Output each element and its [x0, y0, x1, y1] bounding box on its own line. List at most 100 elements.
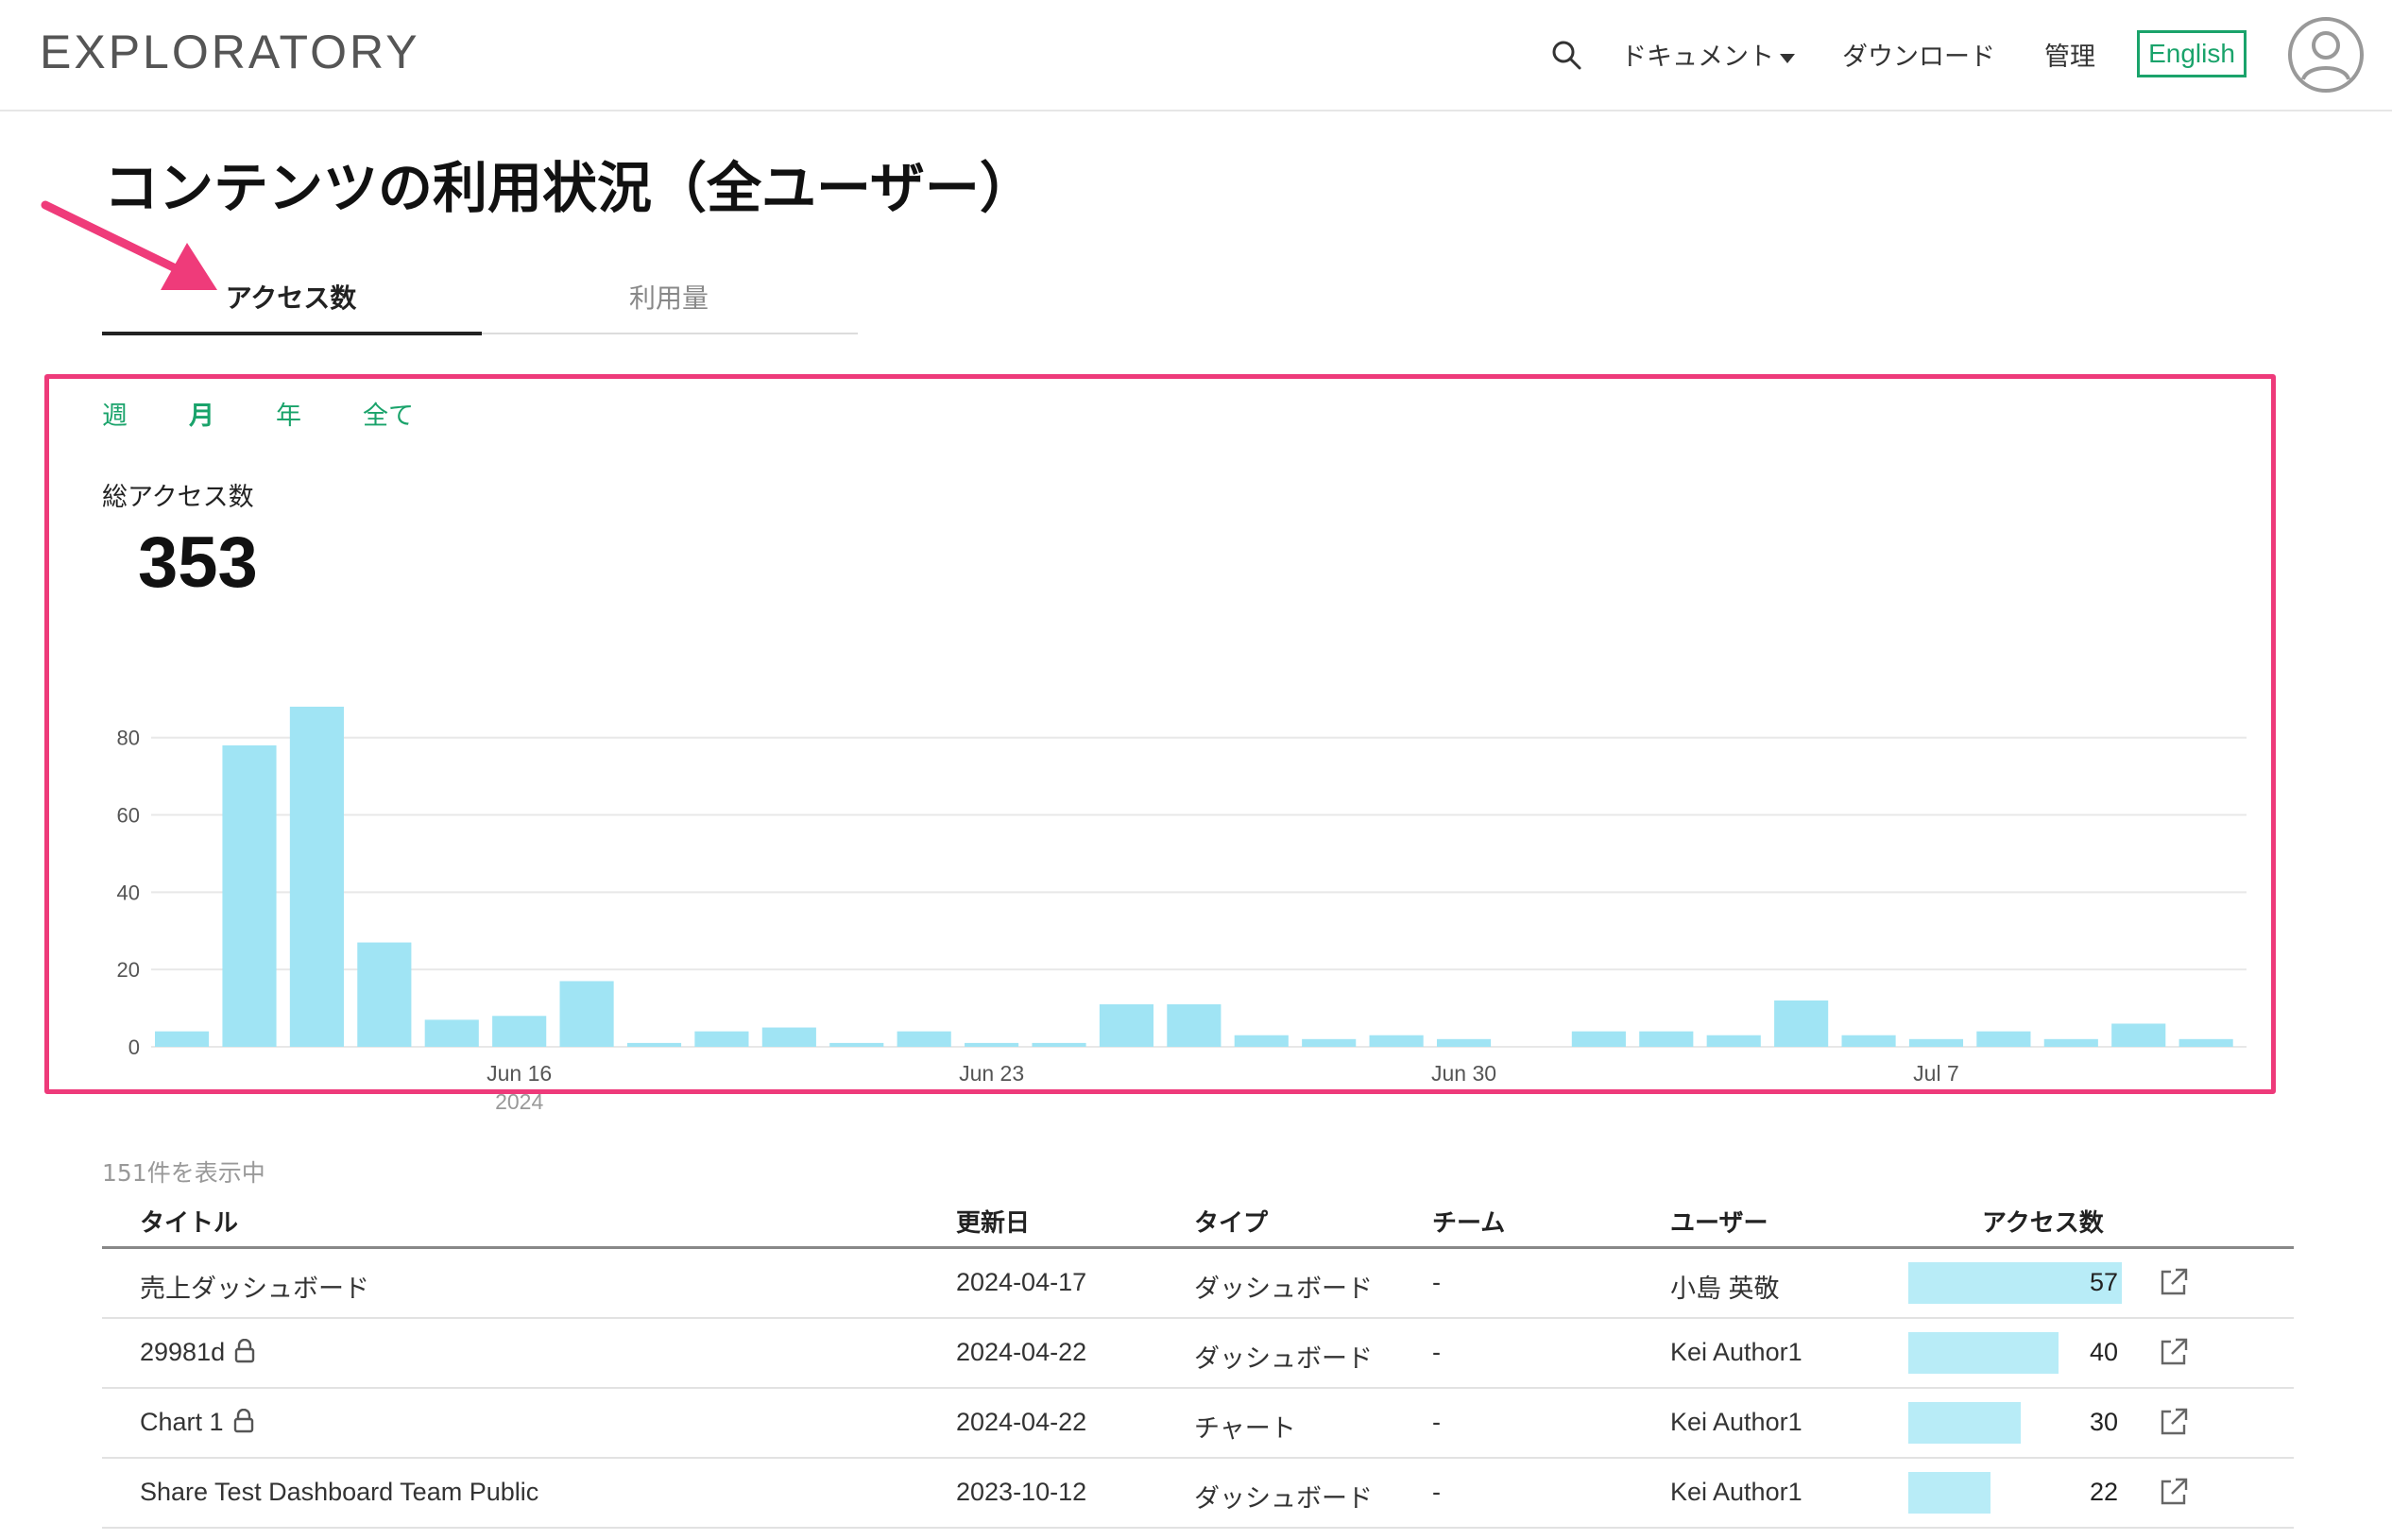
x-tick-label: Jun 30	[1431, 1061, 1496, 1086]
cell-title[interactable]: 売上ダッシュボード	[140, 1268, 369, 1305]
cell-updated: 2024-04-22	[956, 1408, 1087, 1436]
y-tick-label: 80	[117, 727, 140, 750]
cell-type: ダッシュボード	[1194, 1484, 1373, 1513]
tab-usage-amount[interactable]: 利用量	[480, 278, 858, 316]
col-title[interactable]: タイトル	[140, 1204, 238, 1239]
cell-title[interactable]: 29981d	[140, 1338, 255, 1367]
cell-user: Kei Author1	[1670, 1338, 1803, 1366]
search-icon[interactable]	[1549, 38, 1583, 72]
table-row[interactable]: Share Test Dashboard Team Public 2023-10-…	[102, 1459, 2294, 1529]
page-title: コンテンツの利用状況（全ユーザー）	[104, 156, 1034, 220]
external-link-icon[interactable]	[2158, 1406, 2190, 1438]
total-access-value: 353	[138, 522, 258, 603]
chart-bar[interactable]	[1436, 1038, 1492, 1047]
table-row[interactable]: Chart 1 2024-04-22 チャート - Kei Author1 30	[102, 1389, 2294, 1459]
external-link-icon[interactable]	[2158, 1266, 2190, 1298]
cell-updated: 2024-04-22	[956, 1338, 1087, 1366]
chart-bar[interactable]	[559, 981, 614, 1047]
chart-bar[interactable]	[1639, 1031, 1694, 1047]
total-access-label: 総アクセス数	[102, 483, 254, 512]
chart-bar[interactable]	[829, 1042, 884, 1047]
cell-title[interactable]: Chart 1	[140, 1408, 254, 1437]
usage-tabs: アクセス数 利用量	[102, 270, 858, 335]
external-link-icon[interactable]	[2158, 1336, 2190, 1368]
chart-bar[interactable]	[492, 1016, 547, 1047]
chart-bar[interactable]	[626, 1042, 682, 1047]
chart-bar[interactable]	[1571, 1031, 1626, 1047]
chart-bar[interactable]	[1099, 1004, 1154, 1047]
tab-access-count[interactable]: アクセス数	[102, 278, 480, 316]
access-count: 22	[2089, 1478, 2118, 1506]
x-tick-label: Jun 23	[959, 1061, 1024, 1086]
chart-bar[interactable]	[1841, 1035, 1896, 1047]
cell-type: ダッシュボード	[1194, 1275, 1373, 1303]
app-logo[interactable]: EXPLORATORY	[40, 25, 420, 79]
cell-updated: 2024-04-17	[956, 1268, 1087, 1296]
x-tick-label: Jun 16	[487, 1061, 552, 1086]
chart-bar[interactable]	[1908, 1038, 1964, 1047]
cell-team: -	[1432, 1478, 1441, 1506]
chart-bar[interactable]	[1032, 1042, 1086, 1047]
y-tick-label: 60	[117, 804, 140, 828]
cell-user: Kei Author1	[1670, 1408, 1803, 1436]
external-link-icon[interactable]	[2158, 1476, 2190, 1508]
nav-documents[interactable]: ドキュメント	[1621, 36, 1795, 73]
cell-updated: 2023-10-12	[956, 1478, 1087, 1506]
chart-bar[interactable]	[357, 942, 412, 1047]
cell-title[interactable]: Share Test Dashboard Team Public	[140, 1478, 538, 1507]
chart-bar[interactable]	[1234, 1035, 1289, 1047]
chart-bar[interactable]	[222, 744, 277, 1047]
chart-bar[interactable]	[897, 1031, 951, 1047]
col-user[interactable]: ユーザー	[1670, 1204, 1768, 1239]
period-week[interactable]: 週	[102, 395, 128, 432]
chart-bar[interactable]	[155, 1031, 210, 1047]
access-count: 40	[2089, 1338, 2118, 1366]
table-body: 売上ダッシュボード 2024-04-17 ダッシュボード - 小島 英敬 57 29981d…	[102, 1249, 2294, 1529]
chart-bar[interactable]	[1369, 1035, 1424, 1047]
chart-bar[interactable]	[2043, 1038, 2098, 1047]
language-button[interactable]: English	[2137, 30, 2247, 77]
period-year[interactable]: 年	[276, 395, 301, 432]
period-month[interactable]: 月	[189, 395, 214, 432]
chart-bar[interactable]	[289, 707, 344, 1047]
user-avatar-icon[interactable]	[2286, 15, 2366, 94]
cell-type: チャート	[1194, 1414, 1296, 1443]
active-tab-indicator	[102, 332, 482, 335]
col-type[interactable]: タイプ	[1194, 1204, 1268, 1239]
y-tick-label: 20	[117, 958, 140, 982]
cell-user: 小島 英敬	[1670, 1275, 1780, 1303]
chart-bar[interactable]	[761, 1027, 816, 1047]
nav-admin[interactable]: 管理	[2044, 36, 2095, 73]
chart-bar[interactable]	[1976, 1031, 2031, 1047]
y-tick-label: 0	[128, 1035, 140, 1059]
chart-bar[interactable]	[424, 1019, 479, 1047]
chart-bar[interactable]	[965, 1042, 1019, 1047]
cell-title-text: Chart 1	[140, 1408, 224, 1436]
period-all[interactable]: 全て	[363, 395, 414, 432]
chart-bar[interactable]	[2178, 1038, 2233, 1047]
cell-team: -	[1432, 1338, 1441, 1366]
cell-team: -	[1432, 1268, 1441, 1296]
chart-bar[interactable]	[1706, 1035, 1761, 1047]
chart-bar[interactable]	[2111, 1023, 2166, 1047]
table-row[interactable]: 売上ダッシュボード 2024-04-17 ダッシュボード - 小島 英敬 57	[102, 1249, 2294, 1319]
chart-bar[interactable]	[1167, 1004, 1222, 1047]
nav-documents-label: ドキュメント	[1621, 43, 1774, 72]
nav-download[interactable]: ダウンロード	[1842, 36, 1995, 73]
cell-title-text: Share Test Dashboard Team Public	[140, 1478, 539, 1506]
cell-team: -	[1432, 1408, 1441, 1436]
col-updated[interactable]: 更新日	[956, 1204, 1030, 1239]
table-row[interactable]: 29981d 2024-04-22 ダッシュボード - Kei Author1 40	[102, 1319, 2294, 1389]
chart-bar[interactable]	[1774, 1000, 1829, 1047]
chevron-down-icon	[1780, 53, 1795, 63]
x-tick-label: Jul 7	[1913, 1061, 1959, 1086]
x-tick-sublabel: 2024	[495, 1089, 543, 1114]
lock-icon	[233, 1408, 254, 1433]
cell-user: Kei Author1	[1670, 1478, 1803, 1506]
access-count: 57	[2089, 1268, 2118, 1296]
lock-icon	[234, 1338, 255, 1363]
col-team[interactable]: チーム	[1432, 1204, 1505, 1239]
col-access[interactable]: アクセス数	[1982, 1204, 2104, 1239]
chart-bar[interactable]	[694, 1031, 749, 1047]
chart-bar[interactable]	[1302, 1038, 1357, 1047]
